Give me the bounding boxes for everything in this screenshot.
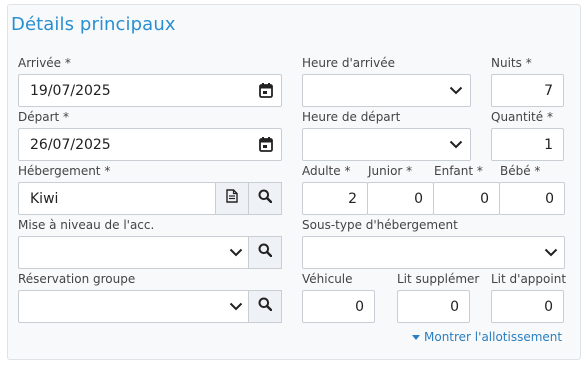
- child-label: Enfant *: [434, 164, 483, 178]
- group-booking-search-button[interactable]: [248, 290, 282, 323]
- search-icon: [258, 189, 273, 208]
- junior-input[interactable]: 0: [367, 182, 434, 215]
- arrival-time-select[interactable]: [302, 74, 471, 107]
- accommodation-label: Hébergement *: [18, 164, 111, 178]
- adult-input[interactable]: 2: [302, 182, 368, 215]
- accommodation-input[interactable]: Kiwi: [18, 182, 216, 215]
- departure-date-field[interactable]: 26/07/2025: [18, 128, 282, 161]
- spare-bed-input[interactable]: 0: [491, 290, 564, 323]
- vehicle-label: Véhicule: [302, 272, 353, 286]
- accommodation-value: Kiwi: [30, 191, 59, 207]
- adult-value: 2: [348, 191, 357, 207]
- search-icon: [258, 297, 273, 316]
- chevron-down-icon: [229, 237, 243, 268]
- show-allotment-label: Montrer l'allotissement: [424, 330, 563, 344]
- subtype-select[interactable]: [302, 236, 565, 269]
- spare-bed-label: Lit d'appoint: [491, 272, 567, 286]
- upgrade-select[interactable]: [18, 236, 249, 269]
- quantity-value: 1: [544, 137, 553, 153]
- search-icon: [258, 243, 273, 262]
- calendar-icon[interactable]: [259, 129, 273, 160]
- extra-bed-label: Lit supplémer: [397, 272, 480, 286]
- quantity-input[interactable]: 1: [491, 128, 564, 161]
- caret-down-icon: [412, 330, 420, 344]
- quantity-label: Quantité *: [491, 110, 553, 124]
- upgrade-label: Mise à niveau de l'acc.: [18, 218, 155, 232]
- calendar-icon[interactable]: [259, 75, 273, 106]
- panel-title: Détails principaux: [11, 14, 176, 35]
- group-booking-label: Réservation groupe: [18, 272, 136, 286]
- nights-label: Nuits *: [491, 56, 532, 70]
- junior-label: Junior *: [368, 164, 413, 178]
- baby-value: 0: [545, 191, 554, 207]
- group-booking-select[interactable]: [18, 290, 249, 323]
- accommodation-details-button[interactable]: [215, 182, 249, 215]
- baby-label: Bébé *: [500, 164, 541, 178]
- nights-value: 7: [544, 83, 553, 99]
- vehicle-input[interactable]: 0: [302, 290, 375, 323]
- chevron-down-icon: [544, 237, 558, 268]
- show-allotment-link[interactable]: Montrer l'allotissement: [412, 330, 562, 344]
- departure-label: Départ *: [18, 110, 70, 124]
- document-icon: [226, 189, 238, 208]
- upgrade-search-button[interactable]: [248, 236, 282, 269]
- nights-input[interactable]: 7: [491, 74, 564, 107]
- arrival-date-value: 19/07/2025: [30, 83, 111, 99]
- child-input[interactable]: 0: [433, 182, 500, 215]
- baby-input[interactable]: 0: [499, 182, 565, 215]
- arrival-date-field[interactable]: 19/07/2025: [18, 74, 282, 107]
- chevron-down-icon: [449, 75, 463, 106]
- accommodation-search-button[interactable]: [248, 182, 282, 215]
- departure-time-select[interactable]: [302, 128, 471, 161]
- child-value: 0: [480, 191, 489, 207]
- departure-time-label: Heure de départ: [302, 110, 401, 124]
- departure-date-value: 26/07/2025: [30, 137, 111, 153]
- extra-bed-input[interactable]: 0: [397, 290, 470, 323]
- junior-value: 0: [414, 191, 423, 207]
- chevron-down-icon: [449, 129, 463, 160]
- adult-label: Adulte *: [302, 164, 351, 178]
- subtype-label: Sous-type d'hébergement: [302, 218, 458, 232]
- extra-bed-value: 0: [450, 299, 459, 315]
- arrival-time-label: Heure d'arrivée: [302, 56, 396, 70]
- chevron-down-icon: [229, 291, 243, 322]
- vehicle-value: 0: [355, 299, 364, 315]
- arrival-label: Arrivée *: [18, 56, 71, 70]
- spare-bed-value: 0: [544, 299, 553, 315]
